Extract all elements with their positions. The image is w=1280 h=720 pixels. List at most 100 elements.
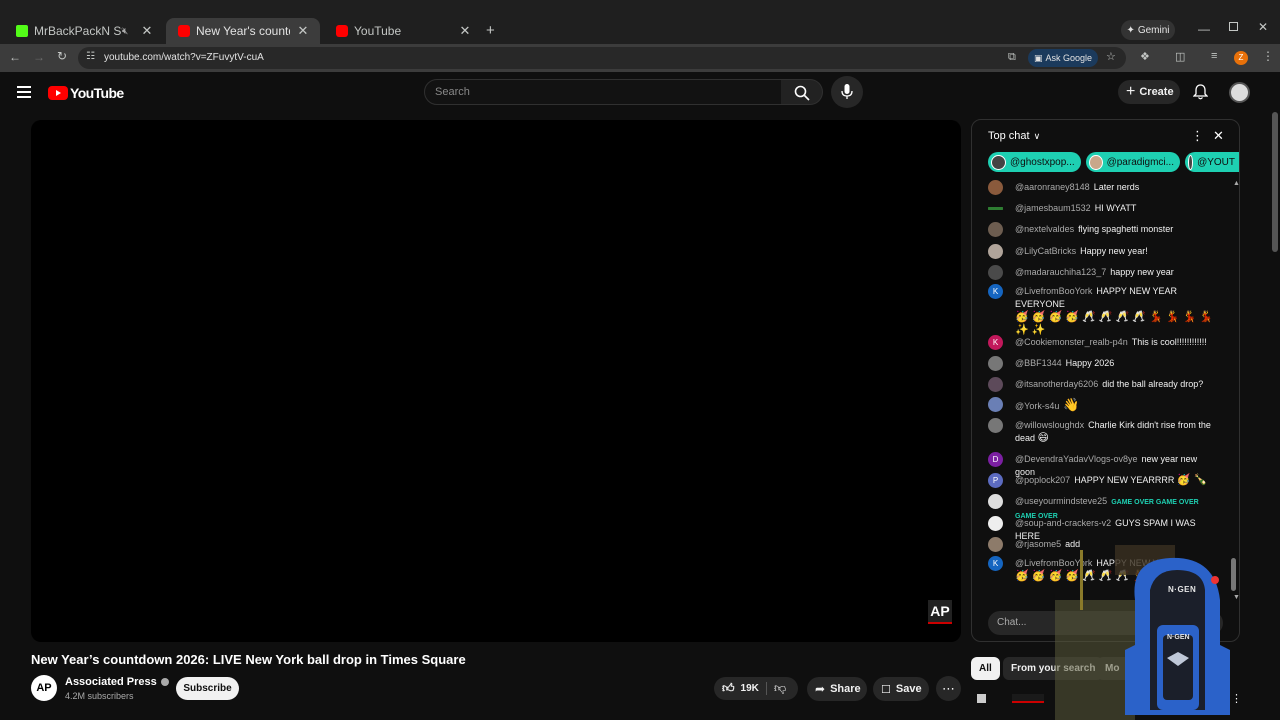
author-avatar: K: [988, 556, 1003, 571]
reload-icon[interactable]: ↻: [57, 49, 67, 63]
forward-arrow-icon[interactable]: →: [33, 50, 45, 64]
message-author[interactable]: @LivefromBooYork: [1015, 286, 1092, 296]
close-tab-icon[interactable]: ✕: [296, 24, 310, 38]
message-author[interactable]: @York-s4u: [1015, 401, 1059, 411]
search-icon: [794, 85, 810, 101]
more-menu-icon[interactable]: ⋮: [1262, 49, 1274, 63]
related-thumbnail[interactable]: [1012, 694, 1044, 703]
search-button[interactable]: [781, 79, 823, 105]
message-author[interactable]: @madarauchiha123_7: [1015, 267, 1106, 277]
media-controls-icon[interactable]: ≡: [1211, 50, 1217, 62]
gemini-icon: ✦: [1126, 24, 1135, 36]
pinned-chip[interactable]: @paradigmci...: [1086, 152, 1180, 172]
more-actions-button[interactable]: ⋯: [936, 676, 961, 701]
author-avatar: [988, 180, 1003, 195]
author-avatar: K: [988, 335, 1003, 350]
ap-watermark: AP: [928, 600, 952, 624]
author-avatar: [988, 356, 1003, 371]
tab-youtube[interactable]: YouTube ✕: [324, 18, 482, 44]
youtube-logo[interactable]: YouTube: [48, 85, 124, 101]
pinned-chip[interactable]: @YOUT: [1185, 152, 1239, 172]
youtube-favicon-icon: [178, 25, 190, 37]
message-author[interactable]: @jamesbaum1532: [1015, 203, 1091, 213]
account-avatar[interactable]: [1229, 82, 1250, 103]
subscribe-button[interactable]: Subscribe: [176, 677, 239, 700]
tab-new-years-countdown[interactable]: New Year's countdown 2026: LI ✕: [166, 18, 320, 44]
share-button[interactable]: ➦ Share: [807, 677, 867, 701]
bookmark-star-icon[interactable]: ☆: [1106, 50, 1116, 63]
search-input[interactable]: Search: [424, 79, 782, 105]
author-avatar: [988, 377, 1003, 392]
message-author[interactable]: @willowsloughdx: [1015, 420, 1084, 430]
close-window-button[interactable]: ✕: [1258, 20, 1268, 34]
guide-menu-icon[interactable]: [17, 86, 31, 98]
channel-name[interactable]: Associated Press: [65, 676, 157, 688]
plus-icon: +: [1126, 83, 1136, 100]
thumbs-up-icon: 👍︎: [722, 681, 735, 695]
pinned-author: @YOUT: [1197, 156, 1235, 168]
message-author[interactable]: @nextelvaldes: [1015, 224, 1074, 234]
message-text: This is cool!!!!!!!!!!!!: [1131, 337, 1207, 347]
like-button[interactable]: 👍︎ 19K: [714, 677, 766, 700]
message-text: happy new year: [1110, 267, 1174, 277]
like-dislike-group: 👍︎ 19K 👎︎: [714, 677, 798, 700]
create-label: Create: [1139, 86, 1174, 98]
restore-window-button[interactable]: [1229, 22, 1238, 31]
scroll-up-arrow-icon[interactable]: ▲: [1233, 180, 1239, 187]
gemini-button[interactable]: ✦ Gemini: [1121, 20, 1175, 40]
message-emoji: 🥳 🥳 🥳 🥳 🥂 🥂 🥂 🥂 💃 💃 💃 💃 ✨ ✨: [1015, 311, 1213, 336]
message-author[interactable]: @BBF1344: [1015, 358, 1062, 368]
message-author[interactable]: @Cookiemonster_realb-p4n: [1015, 337, 1128, 347]
author-avatar: K: [988, 284, 1003, 299]
back-arrow-icon[interactable]: ←: [9, 50, 21, 64]
minimize-window-button[interactable]: —: [1198, 22, 1210, 36]
save-label: Save: [895, 683, 922, 695]
close-chat-icon[interactable]: ✕: [1213, 128, 1224, 144]
youtube-masthead: YouTube Search + Create: [0, 72, 1280, 112]
chat-mode-dropdown[interactable]: Top chat ∨: [988, 130, 1040, 142]
chat-message-list[interactable]: @aaronraney8148 Later nerds @jamesbaum153…: [972, 179, 1239, 599]
youtube-favicon-icon: [336, 25, 348, 37]
video-player[interactable]: AP: [31, 120, 961, 642]
filter-chip-all[interactable]: All: [971, 657, 1000, 680]
message-author[interactable]: @LilyCatBricks: [1015, 246, 1076, 256]
voice-search-button[interactable]: [831, 76, 863, 108]
message-author[interactable]: @aaronraney8148: [1015, 182, 1090, 192]
gemini-label: Gemini: [1137, 24, 1170, 36]
page-scrollbar-thumb[interactable]: [1272, 112, 1278, 252]
channel-name-row: Associated Press: [65, 676, 169, 688]
channel-avatar[interactable]: AP: [31, 675, 57, 701]
message-author[interactable]: @itsanotherday6206: [1015, 379, 1098, 389]
message-author[interactable]: @soup-and-crackers-v2: [1015, 518, 1111, 528]
dislike-button[interactable]: 👎︎: [774, 681, 786, 696]
site-info-icon[interactable]: ☷: [86, 51, 95, 62]
message-author[interactable]: @poplock207: [1015, 475, 1070, 485]
close-tab-icon[interactable]: ✕: [458, 24, 472, 38]
new-tab-button[interactable]: +: [486, 22, 495, 39]
save-button[interactable]: ☐ Save: [873, 677, 929, 701]
pinned-chip[interactable]: @ghostxpop...: [988, 152, 1081, 172]
author-avatar: [988, 516, 1003, 531]
ask-google-button[interactable]: ▣ Ask Google: [1028, 49, 1098, 67]
kick-favicon-icon: [16, 25, 28, 37]
chat-more-icon[interactable]: ⋮: [1191, 128, 1204, 144]
browser-toolbar: ← → ↻ ☷ youtube.com/watch?v=ZFuvytV-cuA …: [0, 44, 1280, 72]
create-button[interactable]: + Create: [1118, 80, 1180, 104]
tab-title: YouTube: [354, 24, 402, 38]
address-bar[interactable]: ☷ youtube.com/watch?v=ZFuvytV-cuA ⧉ ▣ As…: [78, 47, 1126, 69]
profile-avatar[interactable]: Z: [1234, 51, 1248, 65]
url-text[interactable]: youtube.com/watch?v=ZFuvytV-cuA: [104, 52, 264, 63]
gaming-chair-graphic: [1055, 545, 1230, 720]
tab-mrbackpackn[interactable]: MrBackPackN Stream - Wat 🔇︎ ✕: [4, 18, 164, 44]
author-avatar: [988, 222, 1003, 237]
message-author[interactable]: @useyourmindsteve25: [1015, 496, 1107, 506]
message-author[interactable]: @DevendraYadavVlogs-ov8ye: [1015, 454, 1138, 464]
notifications-bell-icon[interactable]: [1193, 84, 1208, 100]
related-thumbnail-icon[interactable]: [977, 694, 986, 703]
extensions-icon[interactable]: ❖: [1140, 50, 1150, 63]
message-text: HAPPY NEW YEARRRR: [1074, 475, 1175, 485]
install-app-icon[interactable]: ⧉: [1008, 51, 1016, 64]
close-tab-icon[interactable]: ✕: [140, 24, 154, 38]
streamer-overlay: N·GEN N·GEN: [1055, 540, 1250, 720]
split-view-icon[interactable]: ◫: [1175, 50, 1185, 63]
